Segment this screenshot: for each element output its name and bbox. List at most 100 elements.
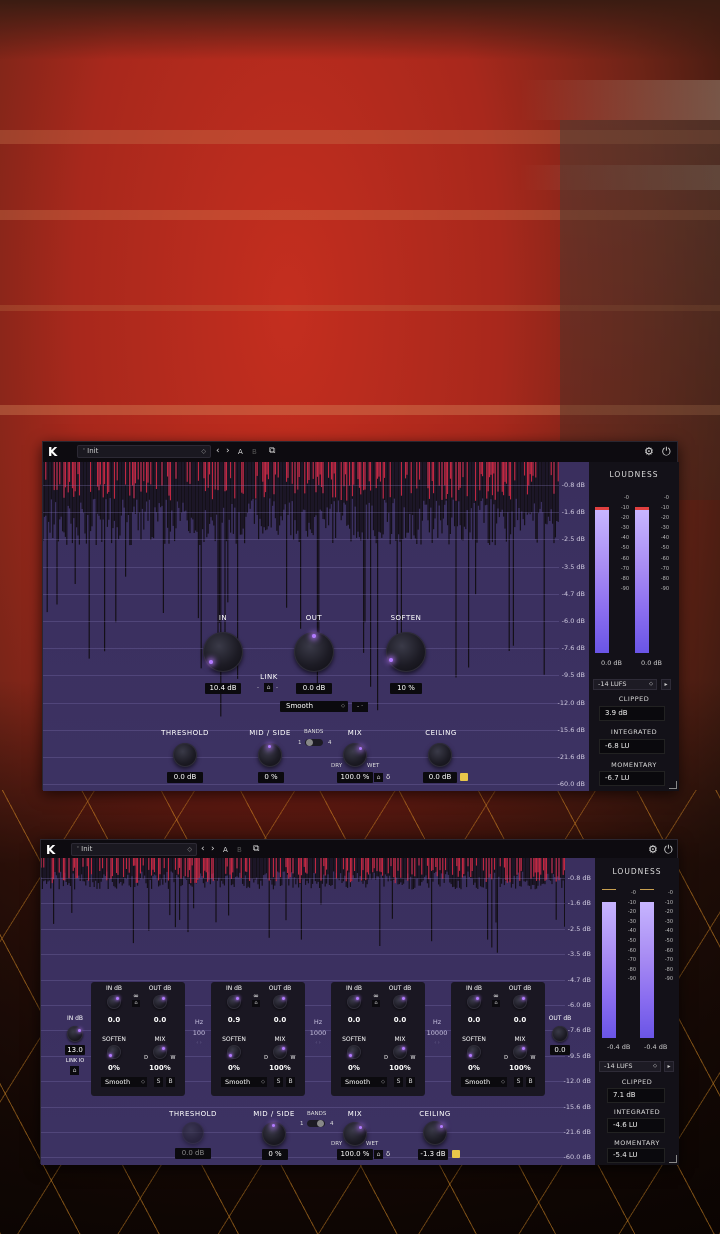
threshold-value[interactable]: 0.0 dB bbox=[167, 772, 203, 783]
bands-toggle[interactable] bbox=[307, 1120, 325, 1127]
ab-a-button[interactable]: A bbox=[223, 846, 228, 854]
link-toggle-icon[interactable]: ⌂ bbox=[492, 1000, 500, 1007]
band-mode-dropdown[interactable]: Smooth ◇ bbox=[341, 1077, 387, 1087]
band-soften-knob[interactable] bbox=[227, 1045, 241, 1059]
resize-icon[interactable] bbox=[669, 781, 677, 789]
midside-knob[interactable] bbox=[262, 1122, 286, 1146]
band-mode-dropdown[interactable]: Smooth ◇ bbox=[101, 1077, 147, 1087]
chevron-right-icon[interactable]: › bbox=[226, 446, 230, 456]
band-soften-knob[interactable] bbox=[347, 1045, 361, 1059]
band-in-value[interactable]: 0.0 bbox=[341, 1016, 367, 1024]
link-icon[interactable]: ⌂ bbox=[264, 683, 273, 692]
mode-dropdown[interactable]: Smooth ◇ bbox=[280, 701, 348, 712]
band-in-knob[interactable] bbox=[347, 995, 361, 1009]
mix-value[interactable]: 100.0 % bbox=[337, 1149, 373, 1160]
ceiling-knob[interactable] bbox=[423, 1121, 447, 1145]
global-out-knob[interactable] bbox=[552, 1026, 568, 1042]
band-mix-knob[interactable] bbox=[273, 1045, 287, 1059]
ab-a-button[interactable]: A bbox=[238, 448, 243, 456]
preset-selector[interactable]: ' Init ◇ bbox=[77, 445, 211, 458]
crossover-2-value[interactable]: 1000 bbox=[303, 1029, 333, 1037]
midside-value[interactable]: 0 % bbox=[258, 772, 284, 783]
copy-icon[interactable]: ⧉ bbox=[253, 844, 259, 854]
ceiling-knob[interactable] bbox=[428, 743, 452, 767]
band-bypass-button[interactable]: B bbox=[526, 1077, 535, 1087]
band-soften-value[interactable]: 0% bbox=[221, 1064, 247, 1072]
copy-icon[interactable]: ⧉ bbox=[269, 446, 275, 456]
band-bypass-button[interactable]: B bbox=[286, 1077, 295, 1087]
resize-icon[interactable] bbox=[669, 1155, 677, 1163]
band-in-knob[interactable] bbox=[227, 995, 241, 1009]
ab-b-button[interactable]: B bbox=[252, 448, 257, 456]
link-icon[interactable]: ∞ bbox=[370, 992, 382, 1000]
global-out-value[interactable]: 0.0 bbox=[550, 1045, 570, 1055]
band-out-knob[interactable] bbox=[513, 995, 527, 1009]
power-icon[interactable]: ⏻ bbox=[662, 445, 671, 459]
band-out-knob[interactable] bbox=[153, 995, 167, 1009]
mix-knob[interactable] bbox=[343, 743, 367, 767]
band-mix-value[interactable]: 100% bbox=[145, 1064, 175, 1072]
threshold-knob[interactable] bbox=[173, 743, 197, 767]
link-toggle-icon[interactable]: ⌂ bbox=[252, 1000, 260, 1007]
band-out-value[interactable]: 0.0 bbox=[387, 1016, 413, 1024]
midside-knob[interactable] bbox=[258, 743, 282, 767]
band-mix-knob[interactable] bbox=[393, 1045, 407, 1059]
band-soften-knob[interactable] bbox=[107, 1045, 121, 1059]
gear-icon[interactable]: ⚙ bbox=[648, 843, 658, 856]
link-io-icon[interactable]: ⌂ bbox=[70, 1066, 79, 1075]
preset-selector[interactable]: ' Init ◇ bbox=[71, 843, 197, 856]
mix-knob[interactable] bbox=[343, 1122, 367, 1146]
out-value[interactable]: 0.0 dB bbox=[296, 683, 332, 694]
band-in-value[interactable]: 0.9 bbox=[221, 1016, 247, 1024]
midside-value[interactable]: 0 % bbox=[262, 1149, 288, 1160]
delta-icon[interactable]: δ bbox=[386, 773, 390, 781]
ceiling-toggle[interactable] bbox=[460, 773, 468, 781]
mode-extra-button[interactable]: - · bbox=[352, 702, 368, 712]
band-in-value[interactable]: 0.0 bbox=[461, 1016, 487, 1024]
band-mix-value[interactable]: 100% bbox=[385, 1064, 415, 1072]
band-out-value[interactable]: 0.0 bbox=[507, 1016, 533, 1024]
band-mix-value[interactable]: 100% bbox=[265, 1064, 295, 1072]
band-out-knob[interactable] bbox=[273, 995, 287, 1009]
band-in-value[interactable]: 0.0 bbox=[101, 1016, 127, 1024]
global-in-value[interactable]: 13.0 bbox=[65, 1045, 85, 1055]
crossover-3-value[interactable]: 10000 bbox=[422, 1029, 452, 1037]
lufs-options-button[interactable]: ▸ bbox=[661, 679, 671, 690]
chevron-right-icon[interactable]: › bbox=[211, 844, 215, 854]
ceiling-value[interactable]: 0.0 dB bbox=[423, 772, 457, 783]
band-bypass-button[interactable]: B bbox=[166, 1077, 175, 1087]
link-toggle-icon[interactable]: ⌂ bbox=[372, 1000, 380, 1007]
band-solo-button[interactable]: S bbox=[154, 1077, 163, 1087]
band-solo-button[interactable]: S bbox=[514, 1077, 523, 1087]
band-solo-button[interactable]: S bbox=[274, 1077, 283, 1087]
band-bypass-button[interactable]: B bbox=[406, 1077, 415, 1087]
ceiling-toggle[interactable] bbox=[452, 1150, 460, 1158]
band-mix-knob[interactable] bbox=[153, 1045, 167, 1059]
band-solo-button[interactable]: S bbox=[394, 1077, 403, 1087]
in-value[interactable]: 10.4 dB bbox=[205, 683, 241, 694]
chevron-left-icon[interactable]: ‹ bbox=[201, 844, 205, 854]
band-mode-dropdown[interactable]: Smooth ◇ bbox=[221, 1077, 267, 1087]
gear-icon[interactable]: ⚙ bbox=[644, 445, 654, 458]
ab-b-button[interactable]: B bbox=[237, 846, 242, 854]
band-mix-knob[interactable] bbox=[513, 1045, 527, 1059]
link-icon[interactable]: ∞ bbox=[490, 992, 502, 1000]
chevron-left-icon[interactable]: ‹ bbox=[216, 446, 220, 456]
band-soften-value[interactable]: 0% bbox=[101, 1064, 127, 1072]
bands-toggle[interactable] bbox=[305, 739, 323, 746]
out-knob[interactable] bbox=[294, 632, 334, 672]
link-mix-icon[interactable]: ⌂ bbox=[374, 773, 383, 782]
band-in-knob[interactable] bbox=[467, 995, 481, 1009]
soften-knob[interactable] bbox=[386, 632, 426, 672]
global-in-knob[interactable] bbox=[67, 1026, 83, 1042]
lufs-target-dropdown[interactable]: -14 LUFS ◇ bbox=[593, 679, 657, 690]
threshold-value[interactable]: 0.0 dB bbox=[175, 1148, 211, 1159]
link-toggle-icon[interactable]: ⌂ bbox=[132, 1000, 140, 1007]
band-out-value[interactable]: 0.0 bbox=[147, 1016, 173, 1024]
lufs-options-button[interactable]: ▸ bbox=[664, 1061, 674, 1072]
band-soften-value[interactable]: 0% bbox=[341, 1064, 367, 1072]
crossover-1-value[interactable]: 100 bbox=[184, 1029, 214, 1037]
band-out-knob[interactable] bbox=[393, 995, 407, 1009]
link-icon[interactable]: ∞ bbox=[130, 992, 142, 1000]
link-mix-icon[interactable]: ⌂ bbox=[374, 1150, 383, 1159]
